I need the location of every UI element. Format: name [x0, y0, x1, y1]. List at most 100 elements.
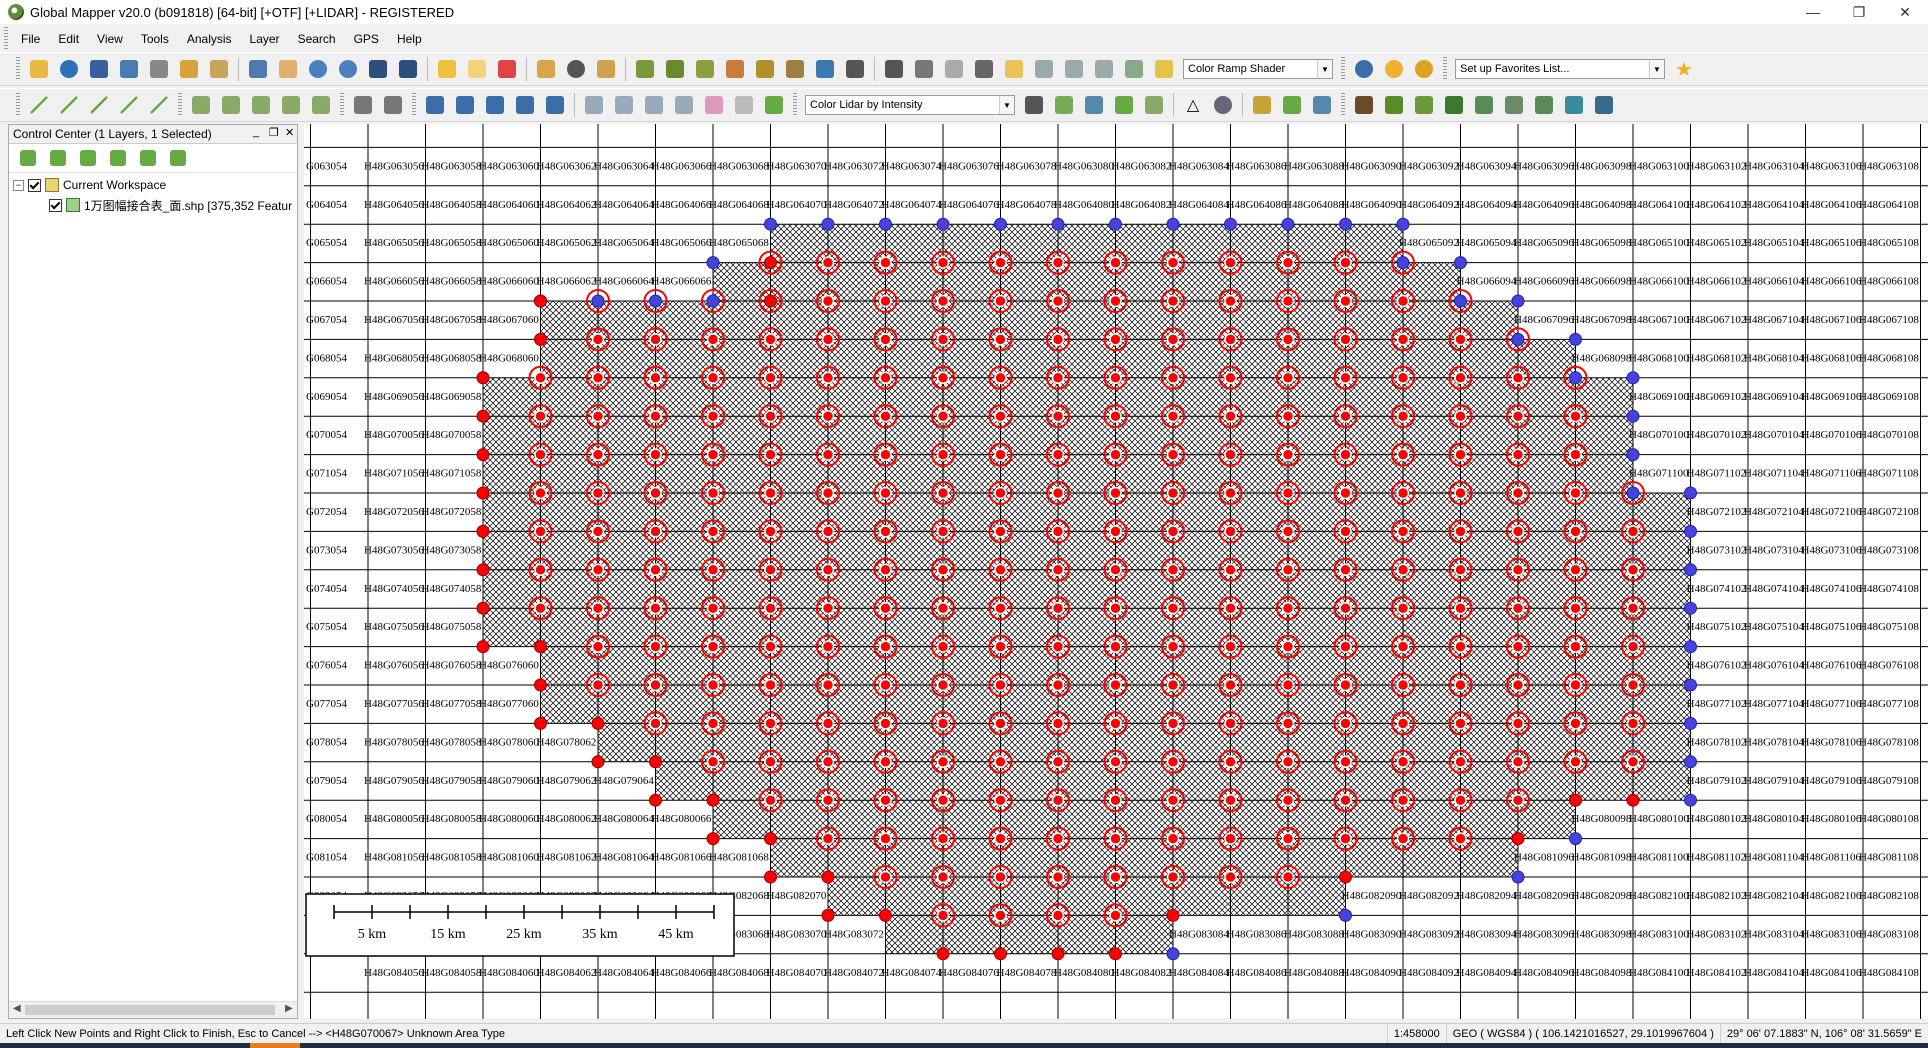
- menu-layer[interactable]: Layer: [241, 32, 289, 46]
- edit-1-icon[interactable]: [188, 92, 214, 118]
- layer-tool-4-icon[interactable]: [105, 145, 131, 171]
- menu-view[interactable]: View: [88, 32, 132, 46]
- shader-toggle-icon[interactable]: [1001, 56, 1027, 82]
- lidar-search-icon[interactable]: [1210, 92, 1236, 118]
- workspace-checkbox[interactable]: [28, 178, 41, 192]
- info-icon[interactable]: [563, 56, 589, 82]
- delete-icon[interactable]: [494, 56, 520, 82]
- layer-node[interactable]: 1万图幅接合表_面.shp [375,352 Featur: [13, 195, 297, 215]
- shader-select[interactable]: Color Ramp Shader ▼: [1183, 59, 1333, 79]
- view-7-icon[interactable]: [1091, 56, 1117, 82]
- view-1-icon[interactable]: [881, 56, 907, 82]
- terrain-6-icon[interactable]: [782, 56, 808, 82]
- edit-3-icon[interactable]: [248, 92, 274, 118]
- menu-file[interactable]: File: [12, 32, 49, 46]
- lidar-1-icon[interactable]: [1021, 92, 1047, 118]
- zoom-in-icon[interactable]: [305, 56, 331, 82]
- favorites-star-icon[interactable]: ★: [1671, 56, 1697, 82]
- scroll-right-icon[interactable]: ▶: [285, 1003, 293, 1014]
- terrain-7-icon[interactable]: [812, 56, 838, 82]
- building-icon[interactable]: [1471, 92, 1497, 118]
- lidar-5-icon[interactable]: [1141, 92, 1167, 118]
- digitizer-pencil-icon[interactable]: [434, 56, 460, 82]
- terrain-1-icon[interactable]: [632, 56, 658, 82]
- draw-line-1-icon[interactable]: [26, 92, 52, 118]
- panel-horizontal-scrollbar[interactable]: ◀ ▶: [9, 1001, 297, 1018]
- grass-icon[interactable]: [1381, 92, 1407, 118]
- pan-hand-icon[interactable]: [275, 56, 301, 82]
- crop-icon[interactable]: [731, 92, 757, 118]
- key-icon[interactable]: [1591, 92, 1617, 118]
- scroll-left-icon[interactable]: ◀: [13, 1003, 21, 1014]
- triangle-icon[interactable]: △: [1180, 92, 1206, 118]
- water-icon[interactable]: [1561, 92, 1587, 118]
- zoom-tool-icon[interactable]: [245, 56, 271, 82]
- move-vertex-icon[interactable]: [512, 92, 538, 118]
- shrub-icon[interactable]: [1411, 92, 1437, 118]
- terrain-8-icon[interactable]: [842, 56, 868, 82]
- draw-line-4-icon[interactable]: [116, 92, 142, 118]
- panel-minimize-button[interactable]: _: [253, 126, 259, 138]
- overview-icon[interactable]: [206, 56, 232, 82]
- tool-b-icon[interactable]: [611, 92, 637, 118]
- map-view[interactable]: G063054 H48G063056 H48G063058 H48G063060 H48…: [304, 124, 1928, 1019]
- close-button[interactable]: ✕: [1882, 0, 1928, 24]
- menu-tools[interactable]: Tools: [132, 32, 178, 46]
- workspace-node[interactable]: − Current Workspace: [13, 175, 297, 195]
- edit-6-icon[interactable]: [350, 92, 376, 118]
- lidar-edit-icon[interactable]: [1279, 92, 1305, 118]
- lidar-4-icon[interactable]: [1111, 92, 1137, 118]
- zoom-out-icon[interactable]: [335, 56, 361, 82]
- tool-a-icon[interactable]: [581, 92, 607, 118]
- shader-mountain-icon[interactable]: [1151, 56, 1177, 82]
- view-3d-icon[interactable]: [971, 56, 997, 82]
- layer-tool-2-icon[interactable]: [45, 145, 71, 171]
- search-map-icon[interactable]: [593, 56, 619, 82]
- lidar-color-select[interactable]: Color Lidar by Intensity ▼: [805, 95, 1015, 115]
- view-3-icon[interactable]: [941, 56, 967, 82]
- draw-line-3-icon[interactable]: [86, 92, 112, 118]
- ruler-icon[interactable]: [761, 92, 787, 118]
- terrain-3-icon[interactable]: [692, 56, 718, 82]
- layer-tool-5-icon[interactable]: [135, 145, 161, 171]
- rotate-icon[interactable]: [452, 92, 478, 118]
- layer-tool-3-icon[interactable]: [75, 145, 101, 171]
- layer-tool-6-icon[interactable]: [165, 145, 191, 171]
- tool-d-icon[interactable]: [671, 92, 697, 118]
- tree-icon[interactable]: [1441, 92, 1467, 118]
- layer-tool-1-icon[interactable]: [15, 145, 41, 171]
- layer-checkbox[interactable]: [49, 198, 62, 212]
- panel-restore-button[interactable]: ❐: [269, 126, 279, 139]
- split-icon[interactable]: [542, 92, 568, 118]
- menu-gps[interactable]: GPS: [345, 32, 388, 46]
- terrain-5-icon[interactable]: [752, 56, 778, 82]
- wrench-icon[interactable]: [146, 56, 172, 82]
- terrain-2-icon[interactable]: [662, 56, 688, 82]
- back-arrow-icon[interactable]: [365, 56, 391, 82]
- terrain-4-icon[interactable]: [722, 56, 748, 82]
- lidar-classify-icon[interactable]: [1309, 92, 1335, 118]
- edit-2-icon[interactable]: [218, 92, 244, 118]
- menu-edit[interactable]: Edit: [49, 32, 88, 46]
- move-icon[interactable]: [422, 92, 448, 118]
- open-icon[interactable]: [26, 56, 52, 82]
- vertex-icon[interactable]: [482, 92, 508, 118]
- draw-line-2-icon[interactable]: [56, 92, 82, 118]
- favorites-select[interactable]: Set up Favorites List... ▼: [1455, 59, 1665, 79]
- view-5-icon[interactable]: [1031, 56, 1057, 82]
- minimize-button[interactable]: —: [1790, 0, 1836, 24]
- home-icon[interactable]: [395, 56, 421, 82]
- view-2-icon[interactable]: [911, 56, 937, 82]
- globe-icon[interactable]: [56, 56, 82, 82]
- view-8-icon[interactable]: [1121, 56, 1147, 82]
- menu-analysis[interactable]: Analysis: [178, 32, 241, 46]
- lidar-2-icon[interactable]: [1051, 92, 1077, 118]
- panel-close-button[interactable]: ✕: [285, 126, 294, 139]
- filter-icon[interactable]: [1249, 92, 1275, 118]
- overlay-icon[interactable]: [116, 56, 142, 82]
- projection-globe-icon[interactable]: [1351, 56, 1377, 82]
- pole-icon[interactable]: [1531, 92, 1557, 118]
- sun-icon[interactable]: [1381, 56, 1407, 82]
- tool-c-icon[interactable]: [641, 92, 667, 118]
- save-icon[interactable]: [86, 56, 112, 82]
